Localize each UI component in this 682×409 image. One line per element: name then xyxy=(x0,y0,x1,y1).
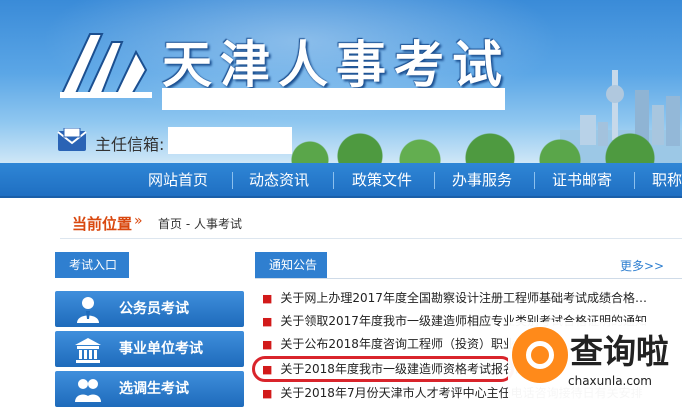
more-link[interactable]: 更多>> xyxy=(620,257,664,274)
nav-separator xyxy=(333,172,334,189)
site-title: 天津人事考试 xyxy=(162,35,510,94)
watermark-logo-ring xyxy=(526,341,554,369)
mail-icon xyxy=(57,128,87,151)
main-navigation: 网站首页 动态资讯 政策文件 办事服务 证书邮寄 职称 xyxy=(0,163,682,198)
nav-item-news[interactable]: 动态资讯 xyxy=(249,163,309,198)
nav-item-certificate-mailing[interactable]: 证书邮寄 xyxy=(552,163,612,198)
nav-separator xyxy=(534,172,535,189)
director-mailbox-redaction xyxy=(168,127,292,154)
nav-item-services[interactable]: 办事服务 xyxy=(452,163,512,198)
building-icon xyxy=(75,338,101,363)
notice-header: 通知公告 xyxy=(255,252,327,278)
notice-item[interactable]: ■ 关于网上办理2017年度全国勘察设计注册工程师基础考试成绩合格… xyxy=(262,287,682,309)
exam-button-label: 选调生考试 xyxy=(119,381,189,397)
exam-entry-header: 考试入口 xyxy=(55,252,129,278)
exam-button-label: 事业单位考试 xyxy=(119,341,203,357)
bullet-icon: ■ xyxy=(262,292,273,305)
nav-separator xyxy=(232,172,233,189)
watermark-domain: chaxunla.com xyxy=(568,374,652,388)
public-institution-exam-button[interactable]: 事业单位考试 xyxy=(55,331,244,367)
nav-item-home[interactable]: 网站首页 xyxy=(148,163,208,198)
breadcrumb-path[interactable]: 首页 - 人事考试 xyxy=(158,215,242,232)
notice-header-divider xyxy=(255,278,682,279)
breadcrumb-arrow-icon: » xyxy=(134,213,143,229)
people-icon xyxy=(75,379,101,402)
breadcrumb-divider xyxy=(60,238,682,239)
director-mailbox-label: 主任信箱: xyxy=(95,135,165,154)
nav-separator xyxy=(434,172,435,189)
notice-item-text: 关于网上办理2017年度全国勘察设计注册工程师基础考试成绩合格… xyxy=(280,291,647,305)
red-highlight-annotation xyxy=(252,356,514,382)
civil-servant-exam-button[interactable]: 公务员考试 xyxy=(55,291,244,327)
bullet-icon: ■ xyxy=(262,315,273,328)
nav-item-policies[interactable]: 政策文件 xyxy=(352,163,412,198)
selected-graduate-exam-button[interactable]: 选调生考试 xyxy=(55,371,244,407)
bullet-icon: ■ xyxy=(262,387,273,400)
exam-button-label: 公务员考试 xyxy=(119,301,189,317)
watermark-title: 查询啦 xyxy=(570,332,669,371)
nav-item-titles[interactable]: 职称 xyxy=(652,163,682,198)
subtitle-redaction xyxy=(162,88,505,110)
person-icon xyxy=(77,297,99,323)
site-header-banner: 天津人事考试 主任信箱: xyxy=(0,0,682,163)
bullet-icon: ■ xyxy=(262,338,273,351)
nav-separator xyxy=(634,172,635,189)
tree-line-decoration xyxy=(290,130,682,163)
site-logo-icon[interactable] xyxy=(60,30,152,98)
breadcrumb-label: 当前位置 xyxy=(72,215,133,233)
